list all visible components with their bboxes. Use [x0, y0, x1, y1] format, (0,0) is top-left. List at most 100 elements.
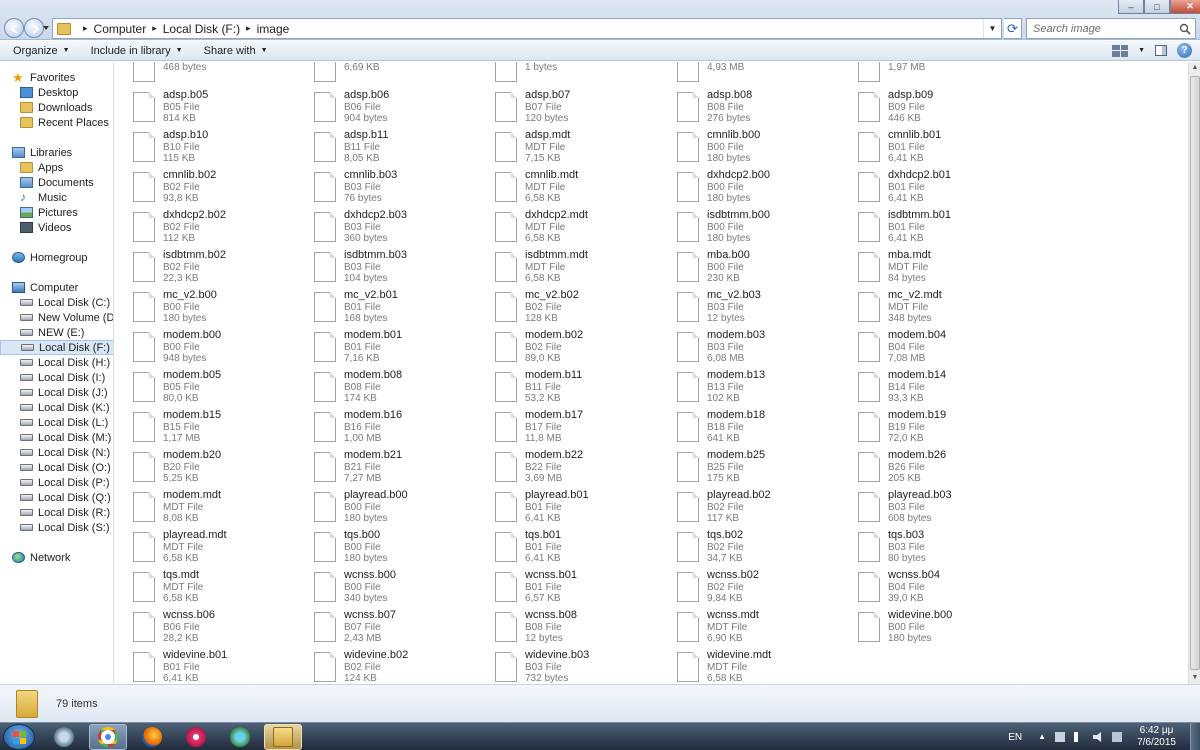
file-item[interactable]: adsp.mdt MDT File 7,15 KB: [495, 129, 665, 168]
file-item[interactable]: wcnss.b00 B00 File 340 bytes: [314, 569, 484, 608]
nav-drive-e[interactable]: NEW (E:): [20, 325, 113, 340]
nav-drive-j[interactable]: Local Disk (J:): [20, 385, 113, 400]
nav-drive-m[interactable]: Local Disk (M:): [20, 430, 113, 445]
file-item[interactable]: modem.b20 B20 File 5,25 KB: [133, 449, 303, 488]
file-item[interactable]: mba.b00 B00 File 230 KB: [677, 249, 847, 288]
file-item[interactable]: cmnlib.b03 B03 File 76 bytes: [314, 169, 484, 208]
file-item[interactable]: modem.b15 B15 File 1,17 MB: [133, 409, 303, 448]
file-item[interactable]: tqs.mdt MDT File 6,58 KB: [133, 569, 303, 608]
file-item[interactable]: mc_v2.b01 B01 File 168 bytes: [314, 289, 484, 328]
file-item[interactable]: playread.b00 B00 File 180 bytes: [314, 489, 484, 528]
file-item[interactable]: modem.b04 B04 File 7,08 MB: [858, 329, 1028, 368]
file-item[interactable]: playread.b02 B02 File 117 KB: [677, 489, 847, 528]
file-item[interactable]: modem.b17 B17 File 11,8 MB: [495, 409, 665, 448]
file-item[interactable]: tqs.b01 B01 File 6,41 KB: [495, 529, 665, 568]
nav-downloads[interactable]: Downloads: [20, 100, 113, 115]
file-item[interactable]: wcnss.mdt MDT File 6,90 KB: [677, 609, 847, 648]
file-item[interactable]: modem.b21 B21 File 7,27 MB: [314, 449, 484, 488]
file-item[interactable]: modem.b02 B02 File 89,0 KB: [495, 329, 665, 368]
include-in-library-menu[interactable]: Include in library ▼: [78, 41, 191, 60]
file-item[interactable]: dxhdcp2.b01 B01 File 6,41 KB: [858, 169, 1028, 208]
taskbar-app[interactable]: [221, 724, 259, 750]
nav-drive-d[interactable]: New Volume (D:): [20, 310, 113, 325]
file-item[interactable]: adsp.b05 B05 File 814 KB: [133, 89, 303, 128]
file-item[interactable]: modem.b13 B13 File 102 KB: [677, 369, 847, 408]
breadcrumb-local-disk-f[interactable]: Local Disk (F:): [163, 22, 240, 36]
file-item[interactable]: modem.b26 B26 File 205 KB: [858, 449, 1028, 488]
nav-pictures[interactable]: Pictures: [20, 205, 113, 220]
chevron-right-icon[interactable]: ▸: [83, 23, 88, 34]
file-item[interactable]: isdbtmm.mdt MDT File 6,58 KB: [495, 249, 665, 288]
file-item[interactable]: modem.b05 B05 File 80,0 KB: [133, 369, 303, 408]
refresh-button[interactable]: ⟳: [1004, 18, 1022, 39]
file-item[interactable]: cmnlib.b00 B00 File 180 bytes: [677, 129, 847, 168]
view-dropdown-icon[interactable]: ▼: [1138, 47, 1145, 54]
volume-icon[interactable]: [1093, 732, 1102, 742]
file-item[interactable]: cmnlib.b02 B02 File 93,8 KB: [133, 169, 303, 208]
nav-drive-p[interactable]: Local Disk (P:): [20, 475, 113, 490]
file-item[interactable]: adsp.b06 B06 File 904 bytes: [314, 89, 484, 128]
file-item[interactable]: modem.b03 B03 File 6,08 MB: [677, 329, 847, 368]
file-item[interactable]: tqs.b02 B02 File 34,7 KB: [677, 529, 847, 568]
scroll-thumb[interactable]: [1190, 76, 1200, 670]
scroll-up-icon[interactable]: ▲: [1190, 62, 1200, 74]
file-item[interactable]: playread.b01 B01 File 6,41 KB: [495, 489, 665, 528]
nav-drive-r[interactable]: Local Disk (R:): [20, 505, 113, 520]
breadcrumb-computer[interactable]: Computer: [94, 22, 147, 36]
nav-homegroup[interactable]: Homegroup: [12, 250, 113, 265]
nav-computer[interactable]: Computer: [12, 280, 113, 295]
change-view-icon[interactable]: [1112, 44, 1129, 57]
nav-drive-h[interactable]: Local Disk (H:): [20, 355, 113, 370]
file-item[interactable]: B02 File1 bytes: [495, 62, 665, 88]
clock[interactable]: 6:42 μμ 7/6/2015: [1137, 725, 1176, 749]
file-item[interactable]: playread.mdt MDT File 6,58 KB: [133, 529, 303, 568]
nav-recent-places[interactable]: Recent Places: [20, 115, 113, 130]
chevron-right-icon[interactable]: ▸: [246, 23, 251, 34]
nav-drive-n[interactable]: Local Disk (N:): [20, 445, 113, 460]
display-icon[interactable]: [1112, 732, 1123, 742]
file-item[interactable]: cmnlib.b01 B01 File 6,41 KB: [858, 129, 1028, 168]
taskbar-chrome[interactable]: [89, 724, 127, 750]
search-input[interactable]: Search image: [1026, 18, 1196, 39]
file-item[interactable]: B04 File1,97 MB: [858, 62, 1028, 88]
file-item[interactable]: wcnss.b01 B01 File 6,57 KB: [495, 569, 665, 608]
organize-menu[interactable]: Organize ▼: [0, 41, 78, 60]
minimize-button[interactable]: –: [1118, 0, 1144, 14]
file-item[interactable]: modem.b18 B18 File 641 KB: [677, 409, 847, 448]
file-item[interactable]: modem.b00 B00 File 948 bytes: [133, 329, 303, 368]
file-item[interactable]: wcnss.b08 B08 File 12 bytes: [495, 609, 665, 648]
file-item[interactable]: widevine.b02 B02 File 124 KB: [314, 649, 484, 684]
file-item[interactable]: adsp.b08 B08 File 276 bytes: [677, 89, 847, 128]
file-item[interactable]: wcnss.b04 B04 File 39,0 KB: [858, 569, 1028, 608]
file-item[interactable]: modem.b11 B11 File 53,2 KB: [495, 369, 665, 408]
help-icon[interactable]: ?: [1177, 43, 1192, 58]
file-item[interactable]: adsp.b07 B07 File 120 bytes: [495, 89, 665, 128]
nav-documents[interactable]: Documents: [20, 175, 113, 190]
nav-drive-o[interactable]: Local Disk (O:): [20, 460, 113, 475]
file-item[interactable]: isdbtmm.b00 B00 File 180 bytes: [677, 209, 847, 248]
file-item[interactable]: B00 File468 bytes: [133, 62, 303, 88]
file-item[interactable]: mba.mdt MDT File 84 bytes: [858, 249, 1028, 288]
file-item[interactable]: mc_v2.b02 B02 File 128 KB: [495, 289, 665, 328]
file-item[interactable]: wcnss.b02 B02 File 9,84 KB: [677, 569, 847, 608]
chevron-right-icon[interactable]: ▸: [152, 23, 157, 34]
start-button[interactable]: [3, 724, 35, 750]
nav-drive-s[interactable]: Local Disk (S:): [20, 520, 113, 535]
file-item[interactable]: modem.b22 B22 File 3,69 MB: [495, 449, 665, 488]
file-item[interactable]: modem.b19 B19 File 72,0 KB: [858, 409, 1028, 448]
file-item[interactable]: B01 File6,69 KB: [314, 62, 484, 88]
language-indicator[interactable]: EN: [1008, 732, 1022, 743]
search-icon[interactable]: [1179, 23, 1191, 35]
file-item[interactable]: isdbtmm.b02 B02 File 22,3 KB: [133, 249, 303, 288]
file-item[interactable]: modem.b08 B08 File 174 KB: [314, 369, 484, 408]
file-item[interactable]: mc_v2.b00 B00 File 180 bytes: [133, 289, 303, 328]
taskbar-bluestacks[interactable]: [45, 724, 83, 750]
file-item[interactable]: tqs.b03 B03 File 80 bytes: [858, 529, 1028, 568]
nav-videos[interactable]: Videos: [20, 220, 113, 235]
nav-desktop[interactable]: Desktop: [20, 85, 113, 100]
nav-apps[interactable]: Apps: [20, 160, 113, 175]
address-dropdown-icon[interactable]: ▼: [983, 19, 1001, 38]
file-item[interactable]: mc_v2.b03 B03 File 12 bytes: [677, 289, 847, 328]
file-item[interactable]: wcnss.b06 B06 File 28,2 KB: [133, 609, 303, 648]
maximize-button[interactable]: □: [1144, 0, 1170, 14]
